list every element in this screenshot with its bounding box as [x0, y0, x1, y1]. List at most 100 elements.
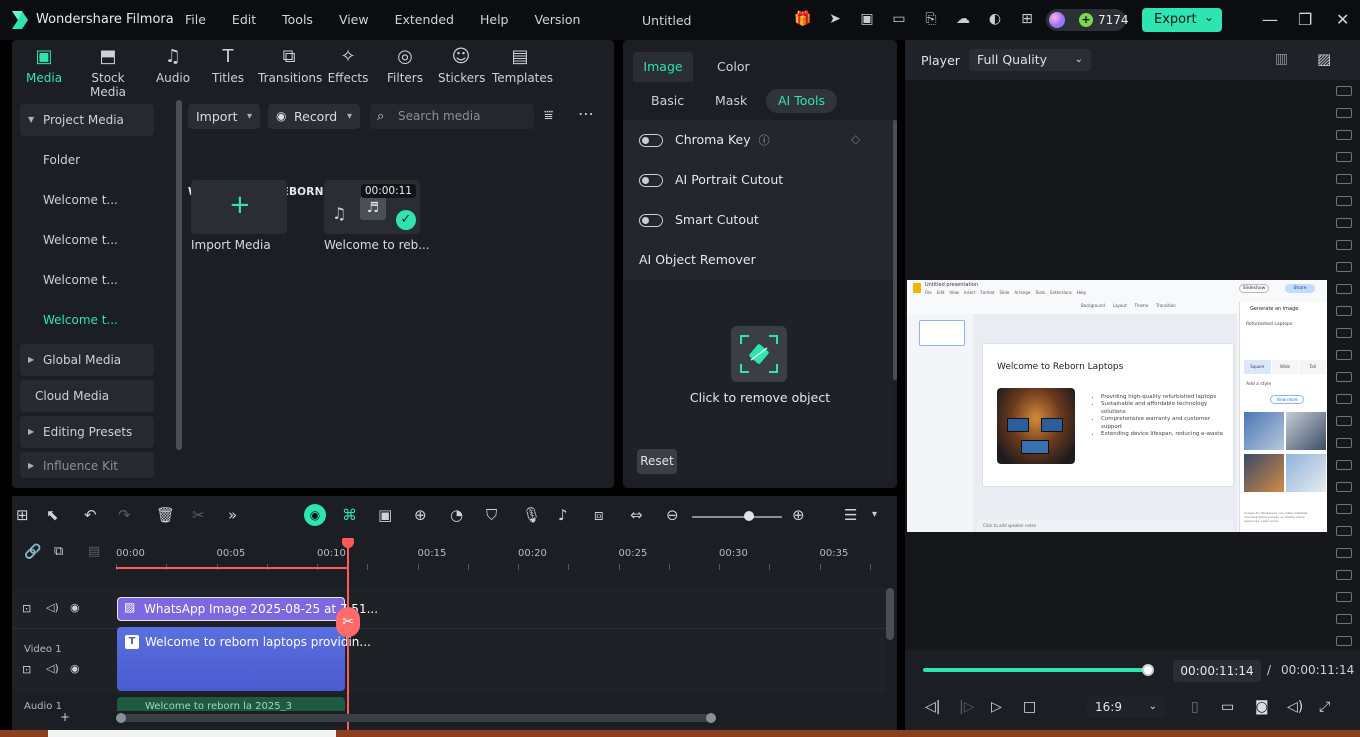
audio-mix-icon[interactable]: ♪ [558, 506, 568, 524]
sidebar-item-welcome-1[interactable]: Welcome t... [20, 180, 154, 220]
properties-scrollbar[interactable] [893, 120, 897, 380]
sidebar-cloud-media[interactable]: Cloud Media [20, 380, 154, 412]
ai-mate-icon[interactable]: ◉ [304, 504, 326, 526]
menu-extended[interactable]: Extended [395, 12, 454, 27]
sidebar-global-media[interactable]: ▶ Global Media [20, 344, 154, 376]
folder-icon[interactable]: ⊡ [22, 602, 31, 615]
display-icon[interactable]: ▭ [1221, 699, 1234, 715]
layout-grid-icon[interactable]: ⊞ [16, 506, 29, 524]
folder-icon[interactable]: ⊡ [22, 663, 31, 676]
snap-icon[interactable]: ⌘ [342, 506, 357, 524]
mark-in-icon[interactable]: ▯ [1191, 699, 1199, 715]
playback-knob[interactable] [1142, 664, 1154, 676]
send-icon[interactable]: ➤ [826, 10, 844, 28]
menu-view[interactable]: View [339, 12, 369, 27]
link-icon[interactable]: 🔗 [24, 544, 41, 560]
more-options-icon[interactable]: ⋯ [578, 104, 594, 123]
export-button[interactable]: Export ⌄ [1142, 8, 1222, 32]
more-tools-icon[interactable]: » [228, 506, 237, 524]
link-clip-icon[interactable]: ⧉ [54, 544, 63, 559]
menu-version[interactable]: Version [534, 12, 580, 27]
zoom-in-icon[interactable]: ⊕ [792, 506, 805, 524]
import-media-tile[interactable]: + [191, 180, 287, 234]
import-dropdown[interactable]: Import ▾ [188, 104, 260, 129]
tab-image[interactable]: Image [633, 52, 693, 82]
sidebar-item-welcome-4[interactable]: Welcome t... [20, 300, 154, 340]
sidebar-scrollbar[interactable] [176, 100, 182, 450]
track-manager-icon[interactable]: ▤ [88, 544, 100, 559]
credits-badge[interactable]: + 7174 [1046, 9, 1129, 31]
shield-icon[interactable]: ⛉ [486, 506, 497, 524]
timeline-horizontal-scrollbar[interactable] [116, 714, 712, 722]
next-frame-icon[interactable]: |▷ [959, 699, 974, 715]
headset-icon[interactable]: ◐ [986, 10, 1004, 28]
minimize-icon[interactable]: — [1262, 10, 1278, 29]
tab-titles[interactable]: T Titles [210, 46, 246, 85]
fit-width-icon[interactable]: ⇔ [630, 506, 643, 524]
playback-progress[interactable] [923, 668, 1148, 672]
current-time[interactable]: 00:00:11:14 [1173, 660, 1261, 682]
menu-edit[interactable]: Edit [232, 12, 256, 27]
sidebar-editing-presets[interactable]: ▶ Editing Presets [20, 416, 154, 448]
auto-reframe-icon[interactable]: ▣ [378, 506, 392, 524]
tab-media[interactable]: ▣ Media [26, 46, 62, 85]
aspect-ratio-dropdown[interactable]: 16:9 ⌄ [1087, 696, 1165, 718]
zoom-slider[interactable] [692, 516, 782, 518]
mute-icon[interactable]: ◁) [46, 601, 59, 614]
add-camera-icon[interactable]: ⊕ [414, 506, 427, 524]
sidebar-influence-kit[interactable]: ▶ Influence Kit [20, 452, 154, 478]
reset-button[interactable]: Reset [637, 449, 677, 474]
menu-help[interactable]: Help [480, 12, 509, 27]
zoom-out-icon[interactable]: ⊖ [666, 506, 679, 524]
camera-icon[interactable]: ◙ [1255, 699, 1269, 715]
subtab-basic[interactable]: Basic [651, 89, 684, 113]
speed-icon[interactable]: ◔ [450, 506, 463, 524]
smart-cutout-toggle[interactable] [639, 214, 663, 227]
chroma-key-toggle[interactable] [639, 134, 663, 147]
delete-icon[interactable]: 🗑 [156, 506, 175, 524]
apps-grid-icon[interactable]: ⊞ [1018, 10, 1036, 28]
microphone-icon[interactable]: 🎙 [522, 506, 541, 524]
layout-icon[interactable]: ▭ [890, 10, 908, 28]
play-icon[interactable]: ▷ [991, 699, 1002, 715]
cloud-upload-icon[interactable]: ☁ [954, 10, 972, 28]
scroll-left-handle[interactable] [116, 713, 126, 723]
ai-portrait-toggle[interactable] [639, 174, 663, 187]
filter-sort-icon[interactable]: ⩸ [544, 106, 553, 124]
select-cursor-icon[interactable]: ⬉ [46, 506, 59, 524]
sidebar-item-welcome-3[interactable]: Welcome t... [20, 260, 154, 300]
image-clip[interactable]: ▨ WhatsApp Image 2025-08-25 at 7.51... [117, 597, 378, 621]
sidebar-item-folder[interactable]: Folder [20, 140, 154, 180]
title-clip[interactable]: T Welcome to reborn laptops providin... [117, 627, 371, 691]
eye-icon[interactable]: ◉ [70, 662, 80, 675]
media-library-icon[interactable]: ▣ [858, 10, 876, 28]
search-input[interactable]: ⌕ Search media [370, 104, 534, 129]
volume-icon[interactable]: ◁) [1287, 699, 1303, 715]
mute-icon[interactable]: ◁) [46, 662, 59, 675]
close-icon[interactable]: ✕ [1336, 10, 1349, 29]
record-dropdown[interactable]: ◉ Record ▾ [268, 104, 360, 129]
maximize-icon[interactable]: ❐ [1298, 10, 1312, 29]
audio-clip[interactable]: Welcome to reborn la 2025_3 [117, 697, 345, 711]
tab-effects[interactable]: ✧ Effects [326, 46, 370, 85]
undo-icon[interactable]: ↶ [84, 506, 97, 524]
timeline-ruler[interactable]: 00:00 00:05 00:10 00:15 00:20 00:25 00:30 00:35 [116, 536, 886, 570]
menu-tools[interactable]: Tools [282, 12, 313, 27]
screen-record-icon[interactable]: ⧈ [594, 506, 604, 524]
chevron-down-icon[interactable]: ▾ [872, 509, 877, 520]
grid-view-icon[interactable]: ▥ [1275, 51, 1288, 67]
timeline-vertical-scrollbar[interactable] [886, 588, 894, 640]
save-icon[interactable]: ⎘ [922, 10, 940, 28]
tab-templates[interactable]: ▤ Templates [492, 46, 553, 85]
tab-color[interactable]: Color [717, 52, 757, 82]
split-scissors-button[interactable]: ✂ [336, 607, 360, 637]
redo-icon[interactable]: ↷ [118, 506, 131, 524]
fullscreen-icon[interactable]: ⤢ [1319, 699, 1330, 715]
quality-dropdown[interactable]: Full Quality ⌄ [969, 49, 1091, 71]
help-icon[interactable]: ⓘ [759, 134, 770, 147]
subtab-mask[interactable]: Mask [715, 89, 747, 113]
zoom-slider-knob[interactable] [743, 511, 754, 521]
track-height-icon[interactable]: ☰ [844, 506, 857, 524]
previous-frame-icon[interactable]: ◁| [925, 699, 940, 715]
subtab-ai-tools[interactable]: AI Tools [766, 89, 838, 113]
